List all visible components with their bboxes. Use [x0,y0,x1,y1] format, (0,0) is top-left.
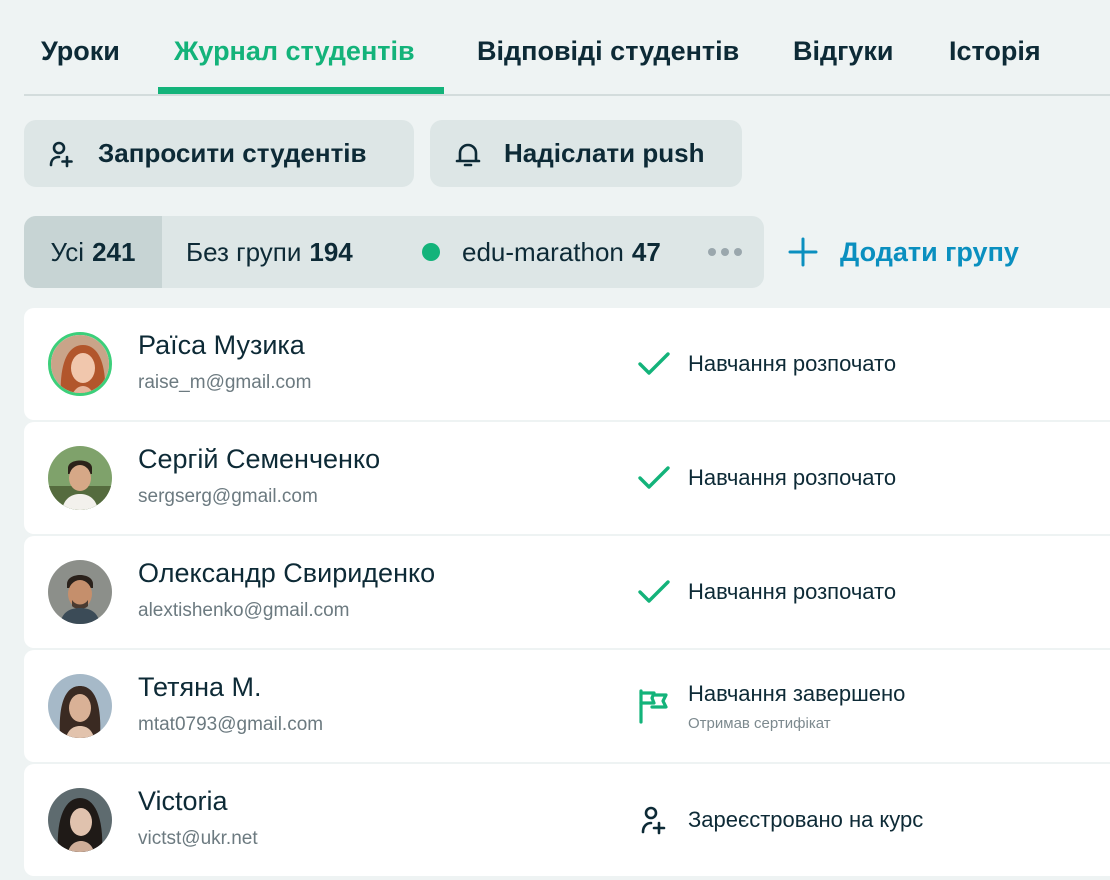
status-subtext: Отримав сертифікат [688,714,831,732]
avatar [48,560,112,624]
avatar [48,446,112,510]
group-edu-marathon-label: edu-marathon [462,236,624,267]
group-all[interactable]: Усі 241 [24,216,162,288]
student-status: Навчання завершено Отримав сертифікат [636,650,905,762]
student-name: Раїса Музика [138,330,305,360]
plus-icon [788,237,818,267]
student-email: sergserg@gmail.com [138,486,318,507]
invite-students-button[interactable]: Запросити студентів [24,120,414,187]
avatar [48,332,112,396]
student-status: Навчання розпочато [636,308,896,420]
avatar [48,788,112,852]
student-email: raise_m@gmail.com [138,372,312,393]
tab-student-journal[interactable]: Журнал студентів [174,36,415,67]
group-color-dot [422,243,440,261]
tab-history[interactable]: Історія [949,36,1041,67]
student-row[interactable]: Victoria victst@ukr.net Зареєстровано на… [24,764,1110,876]
check-icon [636,346,672,382]
status-text: Зареєстровано на курс [688,807,924,832]
check-icon [636,460,672,496]
tab-student-answers[interactable]: Відповіді студентів [477,36,739,67]
student-row[interactable]: Олександр Свириденко alextishenko@gmail.… [24,536,1110,648]
group-all-label: Усі [50,236,85,267]
active-tab-indicator [158,87,444,94]
student-email: victst@ukr.net [138,828,258,849]
student-name: Victoria [138,786,228,816]
invite-students-label: Запросити студентів [98,138,367,168]
student-name: Тетяна М. [138,672,262,702]
group-edu-marathon[interactable]: edu-marathon 47 [422,216,661,288]
student-status: Навчання розпочато [636,536,896,648]
avatar [48,674,112,738]
bell-icon [454,140,482,168]
student-row[interactable]: Раїса Музика raise_m@gmail.com Навчання … [24,308,1110,420]
student-status: Зареєстровано на курс [636,764,923,876]
group-no-group-count: 194 [309,236,353,267]
group-no-group-label: Без групи [186,236,302,267]
student-name: Сергій Семенченко [138,444,381,474]
group-edu-marathon-count: 47 [631,236,661,267]
more-options-icon[interactable] [708,240,748,264]
flag-icon [636,688,672,724]
group-no-group[interactable]: Без групи 194 [186,216,353,288]
send-push-label: Надіслати push [504,138,705,168]
tab-lessons[interactable]: Уроки [41,36,120,67]
status-text: Навчання розпочато [688,351,897,376]
check-icon [636,574,672,610]
student-status: Навчання розпочато [636,422,896,534]
add-group-label: Додати групу [840,236,1019,267]
status-text: Навчання розпочато [688,579,897,604]
status-text: Навчання розпочато [688,465,897,490]
tab-reviews[interactable]: Відгуки [793,36,894,67]
student-row[interactable]: Тетяна М. mtat0793@gmail.com Навчання за… [24,650,1110,762]
student-name: Олександр Свириденко [138,558,436,588]
group-filter: Усі 241 Без групи 194 edu-marathon 47 [24,216,764,288]
tab-bar: Уроки Журнал студентів Відповіді студент… [24,0,1110,96]
group-all-count: 241 [92,236,136,267]
student-email: alextishenko@gmail.com [138,600,350,621]
user-add-icon [48,140,76,168]
user-add-icon [636,802,672,838]
student-row[interactable]: Сергій Семенченко sergserg@gmail.com Нав… [24,422,1110,534]
add-group-button[interactable]: Додати групу [788,216,1019,288]
student-email: mtat0793@gmail.com [138,714,324,735]
send-push-button[interactable]: Надіслати push [430,120,742,187]
status-text: Навчання завершено [688,680,906,706]
